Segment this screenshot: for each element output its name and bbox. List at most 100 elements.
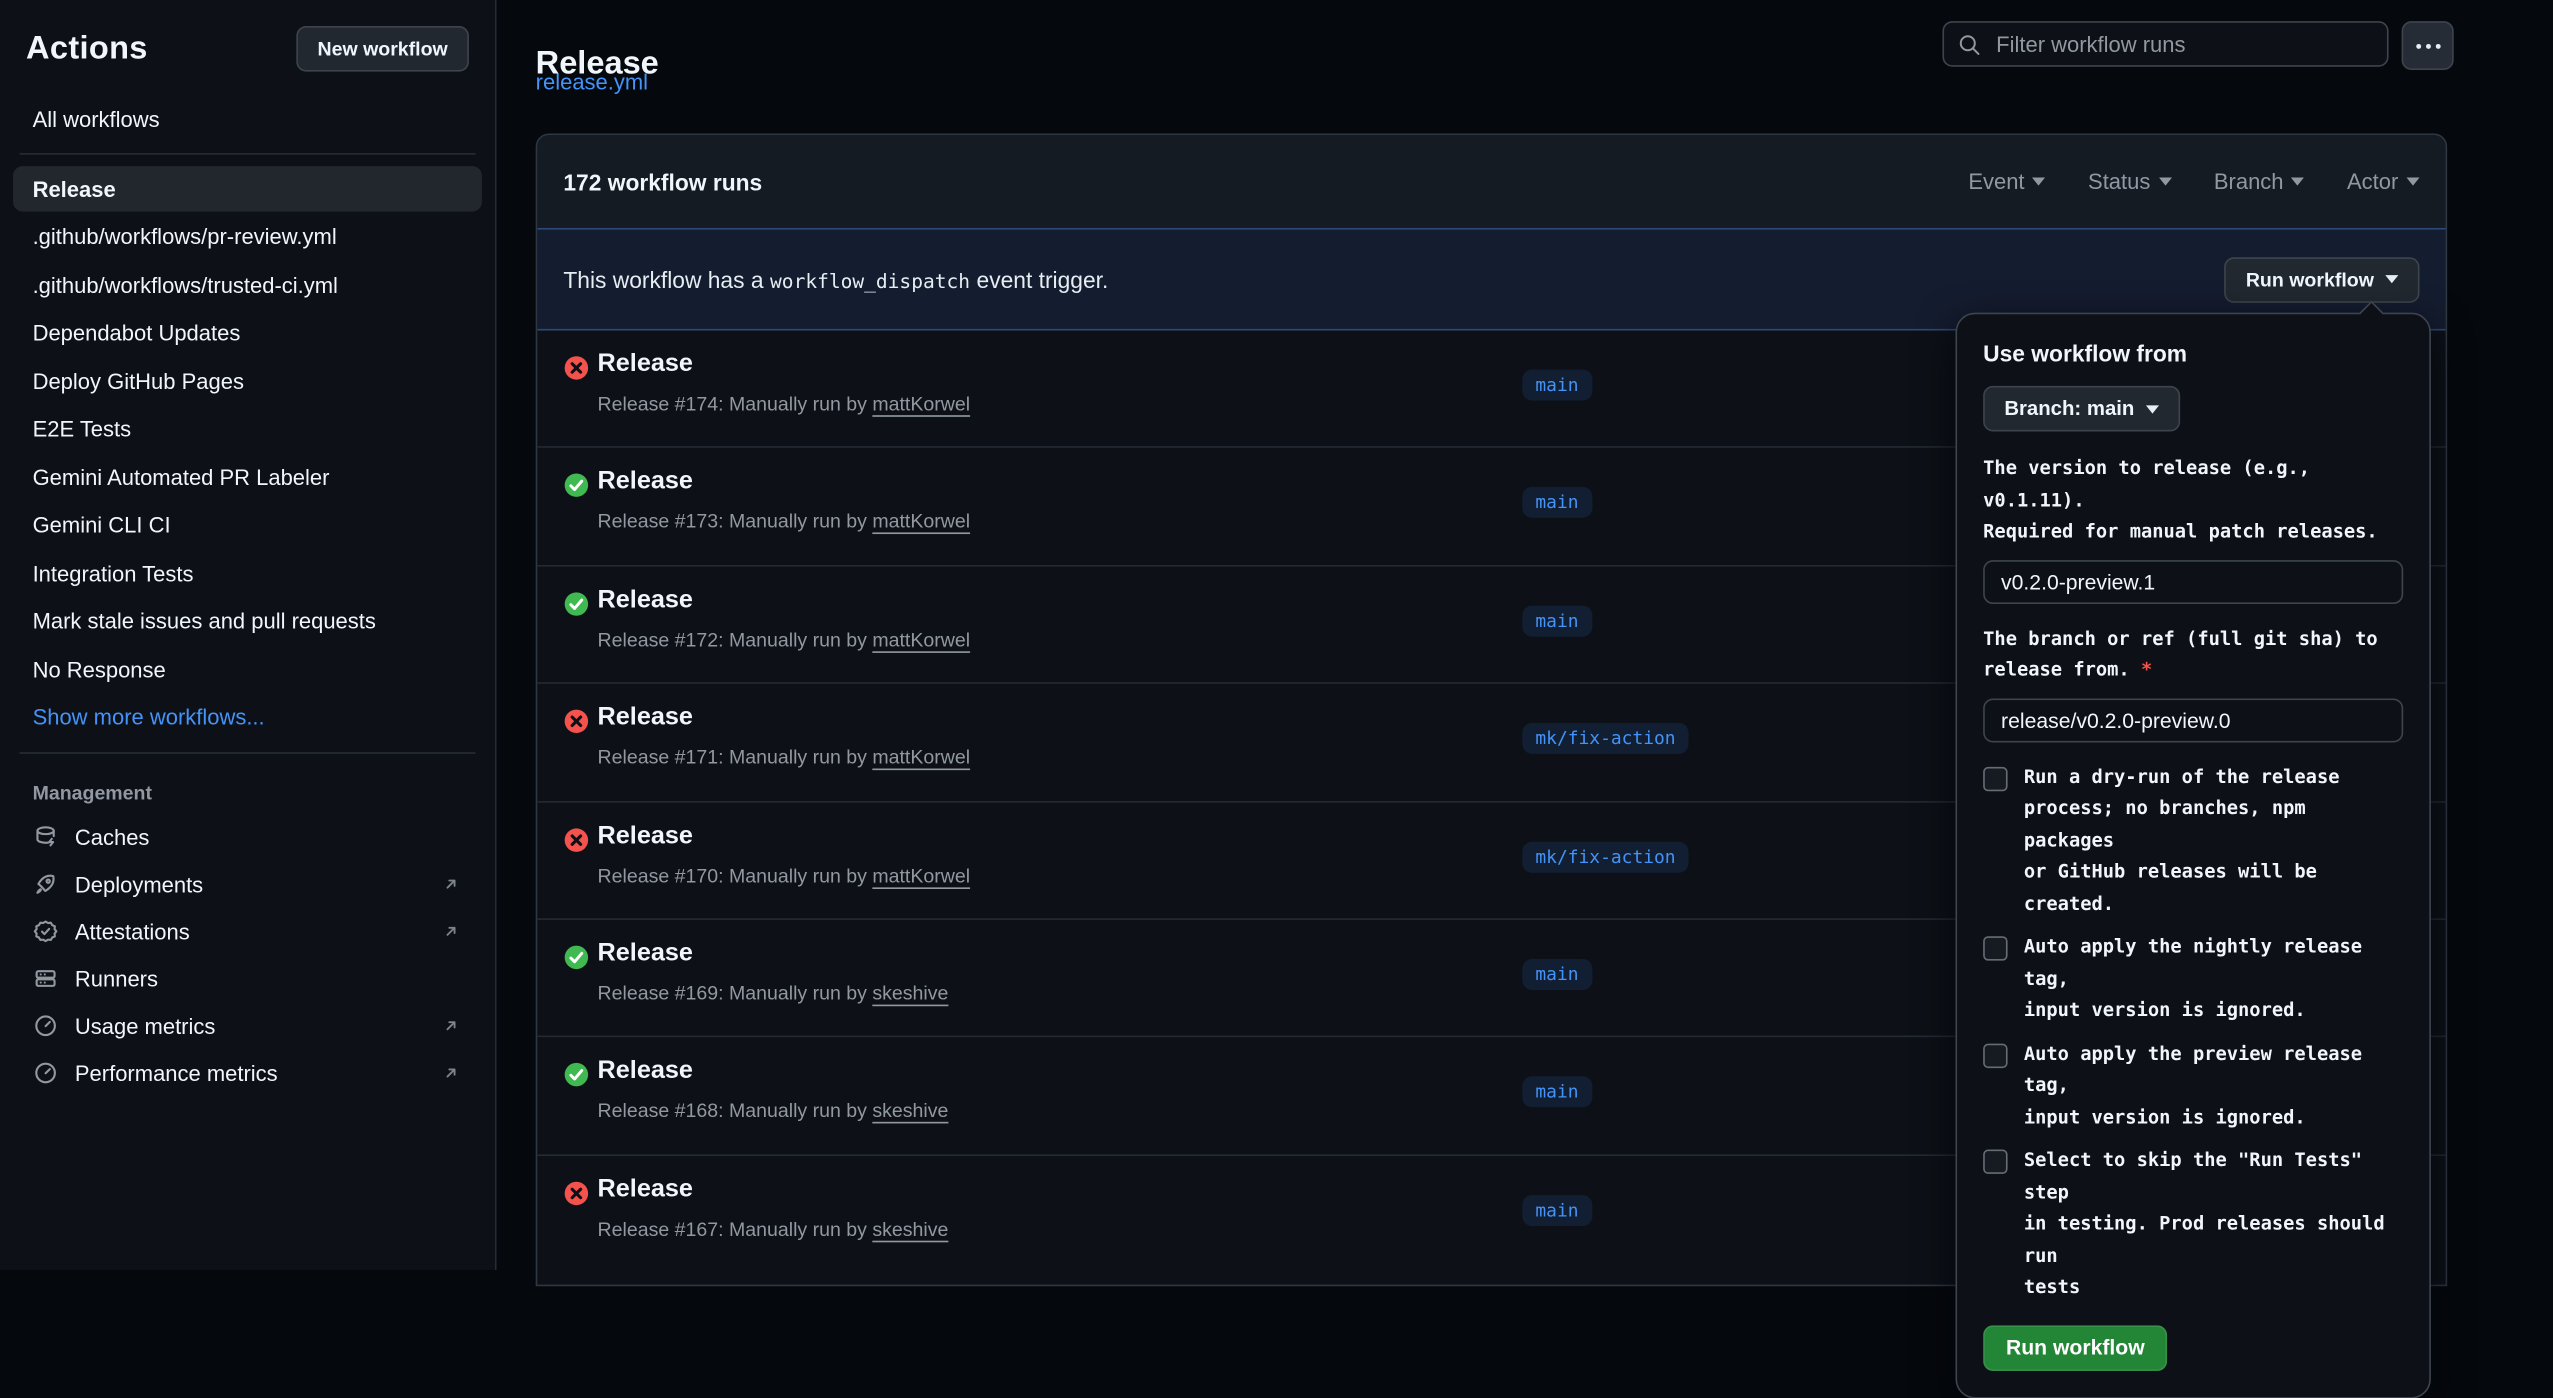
run-subtitle: Release #174: Manually run by mattKorwel <box>598 392 971 415</box>
server-icon <box>33 966 59 992</box>
version-input[interactable] <box>1983 559 2403 603</box>
run-status-icon <box>563 709 589 735</box>
run-title[interactable]: Release <box>598 350 693 379</box>
sidebar-workflow-item[interactable]: .github/workflows/pr-review.yml <box>13 214 482 260</box>
x-circle-icon <box>563 1180 589 1206</box>
filter-runs-search[interactable] <box>1942 21 2388 67</box>
run-subtitle: Release #168: Manually run by skeshive <box>598 1100 949 1123</box>
run-title[interactable]: Release <box>598 939 693 968</box>
sidebar-workflow-item[interactable]: Gemini CLI CI <box>13 502 482 548</box>
run-status-icon <box>563 944 589 970</box>
run-status-icon <box>563 1062 589 1088</box>
run-workflow-dropdown-button[interactable]: Run workflow <box>2225 256 2420 302</box>
branch-label[interactable]: main <box>1522 605 1591 636</box>
branch-label[interactable]: main <box>1522 370 1591 401</box>
run-title[interactable]: Release <box>598 822 693 851</box>
branch-label[interactable]: main <box>1522 487 1591 518</box>
actor-link[interactable]: mattKorwel <box>872 628 970 651</box>
sidebar-workflow-item[interactable]: .github/workflows/trusted-ci.yml <box>13 262 482 308</box>
search-input[interactable] <box>1993 30 2374 58</box>
sidebar-workflow-item[interactable]: E2E Tests <box>13 406 482 452</box>
actions-page: Actions New workflow All workflows Relea… <box>0 0 2553 1270</box>
run-title[interactable]: Release <box>598 704 693 733</box>
workflow-label: Gemini CLI CI <box>33 513 171 537</box>
sidebar-item-usage-metrics[interactable]: Usage metrics <box>13 1002 482 1049</box>
chevron-down-icon <box>2146 405 2159 413</box>
filter-dropdown[interactable]: Status <box>2088 169 2171 193</box>
workflow-label: .github/workflows/pr-review.yml <box>33 225 337 249</box>
actor-link[interactable]: skeshive <box>872 1100 948 1123</box>
branch-label[interactable]: main <box>1522 1195 1591 1226</box>
run-title[interactable]: Release <box>598 468 693 497</box>
x-circle-icon <box>563 355 589 381</box>
workflow-options-kebab-button[interactable] <box>2402 21 2454 70</box>
sidebar-divider <box>20 153 476 155</box>
actions-sidebar: Actions New workflow All workflows Relea… <box>0 0 497 1270</box>
new-workflow-button[interactable]: New workflow <box>296 26 469 72</box>
run-title[interactable]: Release <box>598 1175 693 1204</box>
check-circle-icon <box>563 591 589 617</box>
branch-label[interactable]: mk/fix-action <box>1522 841 1688 872</box>
filter-dropdown[interactable]: Event <box>1968 169 2045 193</box>
filter-dropdown[interactable]: Actor <box>2347 169 2419 193</box>
run-workflow-submit-button[interactable]: Run workflow <box>1983 1325 2167 1371</box>
sidebar-workflow-item[interactable]: Integration Tests <box>13 550 482 596</box>
search-icon <box>1957 32 1981 56</box>
workflow-label: Dependabot Updates <box>33 321 241 345</box>
run-status-icon <box>563 473 589 499</box>
nightly-tag-checkbox-row[interactable]: Auto apply the nightly release tag, inpu… <box>1983 931 2403 1026</box>
checkbox[interactable] <box>1983 936 2007 960</box>
actor-link[interactable]: mattKorwel <box>872 392 970 415</box>
checkbox[interactable] <box>1983 1043 2007 1067</box>
sidebar-item-runners[interactable]: Runners <box>13 955 482 1002</box>
kebab-icon <box>2415 43 2439 48</box>
checkbox[interactable] <box>1983 766 2007 790</box>
workflow-file-link[interactable]: release.yml <box>536 70 648 94</box>
sidebar-workflow-item[interactable]: Deploy GitHub Pages <box>13 358 482 404</box>
management-item-label: Caches <box>75 825 463 849</box>
sidebar-item-caches[interactable]: Caches <box>13 813 482 860</box>
dry-run-checkbox-row[interactable]: Run a dry-run of the release process; no… <box>1983 761 2403 920</box>
management-section-title: Management <box>13 764 482 813</box>
branch-label[interactable]: mk/fix-action <box>1522 723 1688 754</box>
run-status-icon <box>563 355 589 381</box>
sidebar-item-deployments[interactable]: Deployments <box>13 861 482 908</box>
ref-input[interactable] <box>1983 698 2403 742</box>
run-subtitle: Release #167: Manually run by skeshive <box>598 1217 949 1240</box>
external-link-icon <box>440 1014 463 1037</box>
sidebar-workflow-item[interactable]: Gemini Automated PR Labeler <box>13 454 482 500</box>
actor-link[interactable]: skeshive <box>872 1217 948 1240</box>
sidebar-item-all-workflows[interactable]: All workflows <box>13 96 482 142</box>
preview-tag-checkbox-row[interactable]: Auto apply the preview release tag, inpu… <box>1983 1038 2403 1133</box>
chevron-down-icon <box>2159 177 2172 185</box>
sidebar-item-attestations[interactable]: Attestations <box>13 908 482 955</box>
branch-label[interactable]: main <box>1522 1077 1591 1108</box>
actor-link[interactable]: mattKorwel <box>872 510 970 533</box>
run-title[interactable]: Release <box>598 1057 693 1086</box>
sidebar-workflow-item[interactable]: Mark stale issues and pull requests <box>13 598 482 644</box>
chevron-down-icon <box>2033 177 2046 185</box>
management-item-label: Usage metrics <box>75 1014 440 1038</box>
filter-dropdown[interactable]: Branch <box>2214 169 2305 193</box>
actor-link[interactable]: mattKorwel <box>872 864 970 887</box>
rocket-icon <box>33 871 59 897</box>
run-subtitle: Release #171: Manually run by mattKorwel <box>598 746 971 769</box>
actor-link[interactable]: mattKorwel <box>872 746 970 769</box>
runs-header: 172 workflow runs Event Status <box>537 135 2445 228</box>
sidebar-workflow-item[interactable]: Dependabot Updates <box>13 310 482 356</box>
run-title[interactable]: Release <box>598 586 693 615</box>
external-link-icon <box>440 1062 463 1085</box>
sidebar-title: Actions <box>26 30 148 67</box>
branch-select-button[interactable]: Branch: main <box>1983 386 2180 432</box>
meter-icon <box>33 1060 59 1086</box>
branch-label[interactable]: main <box>1522 959 1591 990</box>
checkbox[interactable] <box>1983 1150 2007 1174</box>
management-item-label: Runners <box>75 966 463 990</box>
show-more-workflows-link[interactable]: Show more workflows... <box>13 694 482 740</box>
actor-link[interactable]: skeshive <box>872 982 948 1005</box>
workflow-label: Deploy GitHub Pages <box>33 369 244 393</box>
sidebar-item-performance-metrics[interactable]: Performance metrics <box>13 1049 482 1096</box>
sidebar-workflow-item[interactable]: Release <box>13 166 482 212</box>
skip-tests-checkbox-row[interactable]: Select to skip the "Run Tests" step in t… <box>1983 1145 2403 1304</box>
sidebar-workflow-item[interactable]: No Response <box>13 646 482 692</box>
